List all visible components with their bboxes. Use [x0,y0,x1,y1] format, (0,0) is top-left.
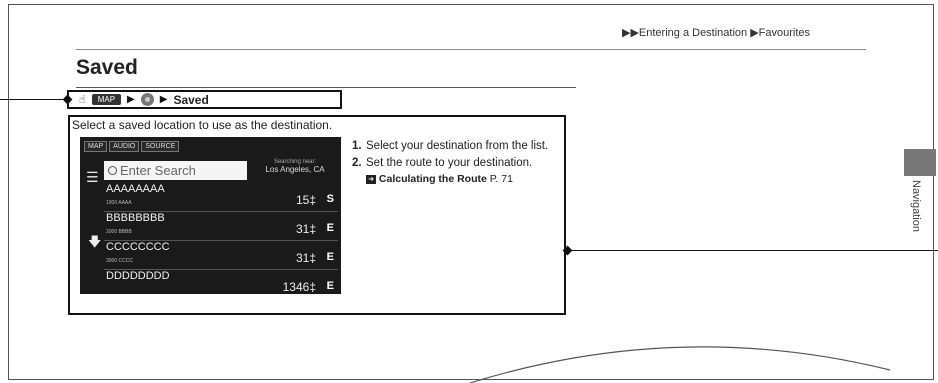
step-2: 2. Set the route to your destination. [352,156,567,170]
page-title: Saved [76,56,138,79]
step-1: 1. Select your destination from the list… [352,139,567,153]
callout-line-left [0,99,68,100]
item-address: 1000 AAAA [106,200,132,206]
scroll-down-icon[interactable]: 🡇 [88,233,101,255]
menu-icon[interactable]: ☰ [86,169,99,186]
searching-near-value: Los Angeles, CA [265,165,325,174]
item-direction: S [326,193,334,205]
side-tab[interactable] [904,149,936,176]
list-item[interactable]: DDDDDDDD 1346‡ E [104,270,338,294]
step-text: Select your destination from the list. [366,140,549,152]
search-icon [108,166,117,175]
item-distance: 1346‡ [282,280,316,294]
step-number: 1. [352,140,362,152]
side-tab-label: Navigation [910,180,922,232]
item-name: CCCCCCCC [106,241,170,253]
tab-audio[interactable]: AUDIO [109,141,140,152]
item-direction: E [326,251,334,263]
search-placeholder: Enter Search [120,163,196,178]
operation-path: ☝ MAP ▶ ▶ Saved [67,90,342,109]
reference-arrow-icon: ➜ [366,174,376,184]
hand-pointer-icon: ☝ [79,94,86,106]
item-name: AAAAAAAA [106,183,165,195]
path-separator: ▶ [127,94,135,105]
list-item[interactable]: AAAAAAAA 1000 AAAA 15‡ S [104,183,338,212]
callout-line-right [568,250,938,251]
item-distance: 31‡ [295,222,316,236]
item-direction: E [326,280,334,292]
search-input[interactable]: Enter Search [104,161,247,180]
steps-list: 1. Select your destination from the list… [352,139,567,185]
step-number: 2. [352,157,362,169]
item-distance: 31‡ [295,251,316,265]
item-distance: 15‡ [295,193,316,207]
path-label: Saved [173,92,209,107]
searching-near: Searching near: Los Angeles, CA [254,159,336,174]
item-name: BBBBBBBB [106,212,165,224]
breadcrumb[interactable]: ▶▶Entering a Destination ▶Favourites [622,26,810,39]
home-button-icon [140,93,154,106]
tab-source[interactable]: SOURCE [141,141,180,152]
device-screen: MAP AUDIO SOURCE ☰ Enter Search Searchin… [80,137,341,294]
screen-top-tabs: MAP AUDIO SOURCE [84,141,180,152]
header-rule [76,49,866,50]
path-separator: ▶ [159,94,168,105]
link-text: Calculating the Route [378,173,487,185]
map-button-chip: MAP [91,94,122,105]
title-rule [76,87,576,88]
item-address: 2000 BBBB [106,229,132,235]
tab-map[interactable]: MAP [84,141,108,152]
item-name: DDDDDDDD [106,270,170,282]
step-text: Set the route to your destination. [366,157,533,169]
item-direction: E [326,222,334,234]
list-item[interactable]: CCCCCCCC 3000 CCCC 31‡ E [104,241,338,270]
intro-text: Select a saved location to use as the de… [72,118,333,132]
list-item[interactable]: BBBBBBBB 2000 BBBB 31‡ E [104,212,338,241]
saved-list: AAAAAAAA 1000 AAAA 15‡ S BBBBBBBB 2000 B… [104,183,338,294]
reference-link[interactable]: ➜ Calculating the Route P. 71 [366,173,567,185]
item-address: 3000 CCCC [106,258,133,264]
link-page: P. 71 [489,173,513,185]
